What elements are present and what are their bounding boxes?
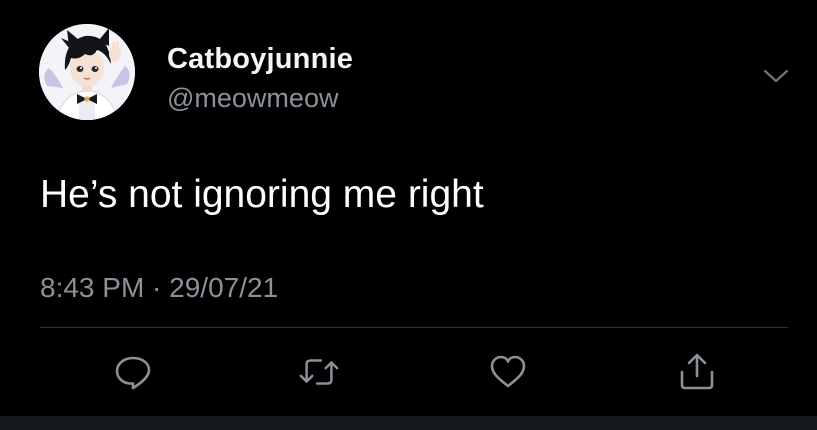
like-button[interactable] <box>487 352 529 392</box>
avatar-image <box>39 24 135 120</box>
reply-icon <box>115 356 151 390</box>
user-handle[interactable]: @meowmeow <box>167 83 338 113</box>
reply-button[interactable] <box>112 352 154 392</box>
avatar[interactable] <box>39 24 135 120</box>
more-options-button[interactable] <box>762 66 790 86</box>
tweet-text: He’s not ignoring me right <box>40 173 484 216</box>
retweet-button[interactable] <box>298 352 340 392</box>
share-button[interactable] <box>676 352 718 392</box>
divider <box>40 327 788 328</box>
chevron-down-icon <box>763 69 789 83</box>
heart-icon <box>490 355 526 388</box>
bottom-separator <box>0 416 817 430</box>
display-name[interactable]: Catboyjunnie <box>167 43 353 75</box>
retweet-icon <box>299 359 339 385</box>
share-icon <box>680 353 714 390</box>
tweet-card: Catboyjunnie @meowmeow He’s not ignoring… <box>0 0 817 430</box>
tweet-timestamp[interactable]: 8:43 PM · 29/07/21 <box>40 272 278 304</box>
